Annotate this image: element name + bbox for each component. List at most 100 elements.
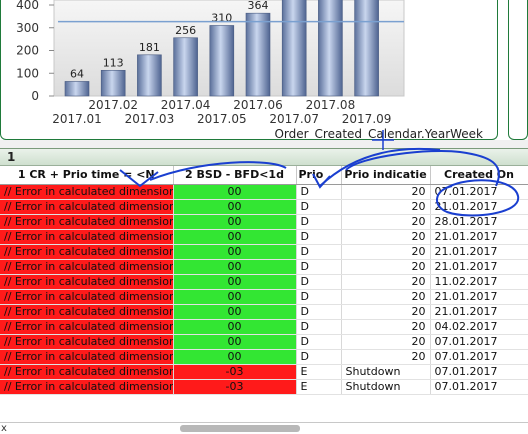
table-row[interactable]: // Error in calculated dimension 00 D 20 21.… bbox=[0, 244, 528, 260]
cell-cr-prio-time[interactable]: // Error in calculated dimension bbox=[0, 214, 174, 230]
cell-bsd-bfd[interactable]: 00 bbox=[173, 214, 297, 230]
table-row[interactable]: // Error in calculated dimension 00 D 20 07.… bbox=[0, 184, 528, 200]
cell-bsd-bfd[interactable]: -03 bbox=[173, 364, 297, 380]
cell-cr-prio-time[interactable]: // Error in calculated dimension bbox=[0, 274, 174, 290]
cell-created-on[interactable]: 21.01.2017 bbox=[430, 244, 528, 260]
cell-bsd-bfd[interactable]: 00 bbox=[173, 244, 297, 260]
cell-prio-indicatie[interactable]: 20 bbox=[341, 199, 431, 215]
cell-created-on[interactable]: 07.01.2017 bbox=[430, 334, 528, 350]
cell-bsd-bfd[interactable]: 00 bbox=[173, 199, 297, 215]
cell-prio[interactable]: D bbox=[296, 214, 342, 230]
cell-cr-prio-time[interactable]: // Error in calculated dimension bbox=[0, 304, 174, 320]
cell-cr-prio-time[interactable]: // Error in calculated dimension bbox=[0, 259, 174, 275]
chart-bar[interactable] bbox=[64, 81, 90, 97]
cell-created-on[interactable]: 21.01.2017 bbox=[430, 229, 528, 245]
cell-cr-prio-time[interactable]: // Error in calculated dimension bbox=[0, 334, 174, 350]
chart-bar[interactable] bbox=[100, 69, 126, 97]
cell-created-on[interactable]: 21.01.2017 bbox=[430, 289, 528, 305]
cell-prio-indicatie[interactable]: 20 bbox=[341, 274, 431, 290]
table-panel[interactable]: 1 1 CR + Prio time = <N 2 BSD - BFD<1d P… bbox=[0, 148, 528, 434]
cell-prio[interactable]: D bbox=[296, 184, 342, 200]
cell-prio[interactable]: D bbox=[296, 289, 342, 305]
cell-cr-prio-time[interactable]: // Error in calculated dimension bbox=[0, 184, 174, 200]
bar-chart-panel[interactable]: 0 100 200 300 400 64 113 181 256 310 364 2017.02 2… bbox=[0, 0, 498, 140]
chart-bar[interactable] bbox=[318, 0, 343, 97]
cell-prio-indicatie[interactable]: 20 bbox=[341, 184, 431, 200]
table-row[interactable]: // Error in calculated dimension 00 D 20 21.… bbox=[0, 259, 528, 275]
chart-bar[interactable] bbox=[245, 12, 271, 97]
table-row[interactable]: // Error in calculated dimension -03 E Shut… bbox=[0, 364, 528, 380]
cell-created-on[interactable]: 07.01.2017 bbox=[430, 184, 528, 200]
cell-prio-indicatie[interactable]: Shutdown bbox=[341, 379, 431, 395]
cell-prio-indicatie[interactable]: 20 bbox=[341, 334, 431, 350]
cell-prio[interactable]: D bbox=[296, 199, 342, 215]
cell-bsd-bfd[interactable]: -03 bbox=[173, 379, 297, 395]
cell-prio[interactable]: E bbox=[296, 364, 342, 380]
cell-bsd-bfd[interactable]: 00 bbox=[173, 259, 297, 275]
cell-created-on[interactable]: 21.01.2017 bbox=[430, 199, 528, 215]
table-row[interactable]: // Error in calculated dimension 00 D 20 07.… bbox=[0, 334, 528, 350]
column-header-bsd-bfd[interactable]: 2 BSD - BFD<1d bbox=[173, 166, 297, 185]
cell-created-on[interactable]: 11.02.2017 bbox=[430, 274, 528, 290]
cell-bsd-bfd[interactable]: 00 bbox=[173, 349, 297, 365]
cell-prio-indicatie[interactable]: 20 bbox=[341, 304, 431, 320]
cell-created-on[interactable]: 07.01.2017 bbox=[430, 364, 528, 380]
cell-prio-indicatie[interactable]: 20 bbox=[341, 289, 431, 305]
cell-prio[interactable]: D bbox=[296, 349, 342, 365]
cell-prio[interactable]: D bbox=[296, 244, 342, 260]
cell-cr-prio-time[interactable]: // Error in calculated dimension bbox=[0, 349, 174, 365]
horizontal-scrollbar[interactable] bbox=[180, 425, 300, 432]
cell-created-on[interactable]: 04.02.2017 bbox=[430, 319, 528, 335]
cell-prio[interactable]: D bbox=[296, 334, 342, 350]
cell-cr-prio-time[interactable]: // Error in calculated dimension bbox=[0, 289, 174, 305]
cell-prio[interactable]: D bbox=[296, 259, 342, 275]
table-row[interactable]: // Error in calculated dimension 00 D 20 07.… bbox=[0, 349, 528, 365]
cell-bsd-bfd[interactable]: 00 bbox=[173, 334, 297, 350]
table-row[interactable]: // Error in calculated dimension 00 D 20 21.… bbox=[0, 304, 528, 320]
table-panel-caption[interactable]: 1 bbox=[0, 149, 528, 166]
cell-created-on[interactable]: 28.01.2017 bbox=[430, 214, 528, 230]
cell-prio[interactable]: D bbox=[296, 274, 342, 290]
chart-bar[interactable] bbox=[137, 54, 162, 97]
chart-bar[interactable] bbox=[281, 0, 307, 97]
table-row[interactable]: // Error in calculated dimension 00 D 20 11.… bbox=[0, 274, 528, 290]
cell-prio-indicatie[interactable]: 20 bbox=[341, 244, 431, 260]
cell-prio-indicatie[interactable]: 20 bbox=[341, 319, 431, 335]
cell-prio-indicatie[interactable]: 20 bbox=[341, 214, 431, 230]
cell-bsd-bfd[interactable]: 00 bbox=[173, 319, 297, 335]
table-row[interactable]: // Error in calculated dimension 00 D 20 21.… bbox=[0, 289, 528, 305]
cell-prio-indicatie[interactable]: Shutdown bbox=[341, 364, 431, 380]
cell-created-on[interactable]: 07.01.2017 bbox=[430, 349, 528, 365]
cell-prio[interactable]: D bbox=[296, 229, 342, 245]
cell-created-on[interactable]: 21.01.2017 bbox=[430, 304, 528, 320]
chart-bar[interactable] bbox=[354, 0, 379, 97]
table-row[interactable]: // Error in calculated dimension 00 D 20 28.… bbox=[0, 214, 528, 230]
column-header-cr-prio-time[interactable]: 1 CR + Prio time = <N bbox=[0, 166, 174, 185]
cell-prio-indicatie[interactable]: 20 bbox=[341, 259, 431, 275]
cell-cr-prio-time[interactable]: // Error in calculated dimension bbox=[0, 229, 174, 245]
table-row[interactable]: // Error in calculated dimension -03 E Shut… bbox=[0, 379, 528, 395]
column-header-created-on[interactable]: Created On bbox=[430, 166, 528, 185]
cell-bsd-bfd[interactable]: 00 bbox=[173, 229, 297, 245]
cell-prio[interactable]: D bbox=[296, 319, 342, 335]
table-row[interactable]: // Error in calculated dimension 00 D 20 04.… bbox=[0, 319, 528, 335]
cell-prio-indicatie[interactable]: 20 bbox=[341, 349, 431, 365]
column-header-prio[interactable]: Prio bbox=[296, 166, 342, 185]
cell-bsd-bfd[interactable]: 00 bbox=[173, 274, 297, 290]
cell-prio[interactable]: D bbox=[296, 304, 342, 320]
cell-created-on[interactable]: 21.01.2017 bbox=[430, 259, 528, 275]
column-header-prio-indicatie[interactable]: Prio indicatie bbox=[341, 166, 431, 185]
cell-cr-prio-time[interactable]: // Error in calculated dimension bbox=[0, 379, 174, 395]
cell-bsd-bfd[interactable]: 00 bbox=[173, 304, 297, 320]
table-row[interactable]: // Error in calculated dimension 00 D 20 21.… bbox=[0, 229, 528, 245]
cell-created-on[interactable]: 07.01.2017 bbox=[430, 379, 528, 395]
table-row[interactable]: // Error in calculated dimension 00 D 20 21.… bbox=[0, 199, 528, 215]
cell-bsd-bfd[interactable]: 00 bbox=[173, 289, 297, 305]
chart-bar[interactable] bbox=[173, 37, 198, 97]
cell-cr-prio-time[interactable]: // Error in calculated dimension bbox=[0, 244, 174, 260]
cell-prio[interactable]: E bbox=[296, 379, 342, 395]
cell-cr-prio-time[interactable]: // Error in calculated dimension bbox=[0, 364, 174, 380]
cell-cr-prio-time[interactable]: // Error in calculated dimension bbox=[0, 319, 174, 335]
cell-cr-prio-time[interactable]: // Error in calculated dimension bbox=[0, 199, 174, 215]
chart-bar[interactable] bbox=[209, 25, 235, 97]
